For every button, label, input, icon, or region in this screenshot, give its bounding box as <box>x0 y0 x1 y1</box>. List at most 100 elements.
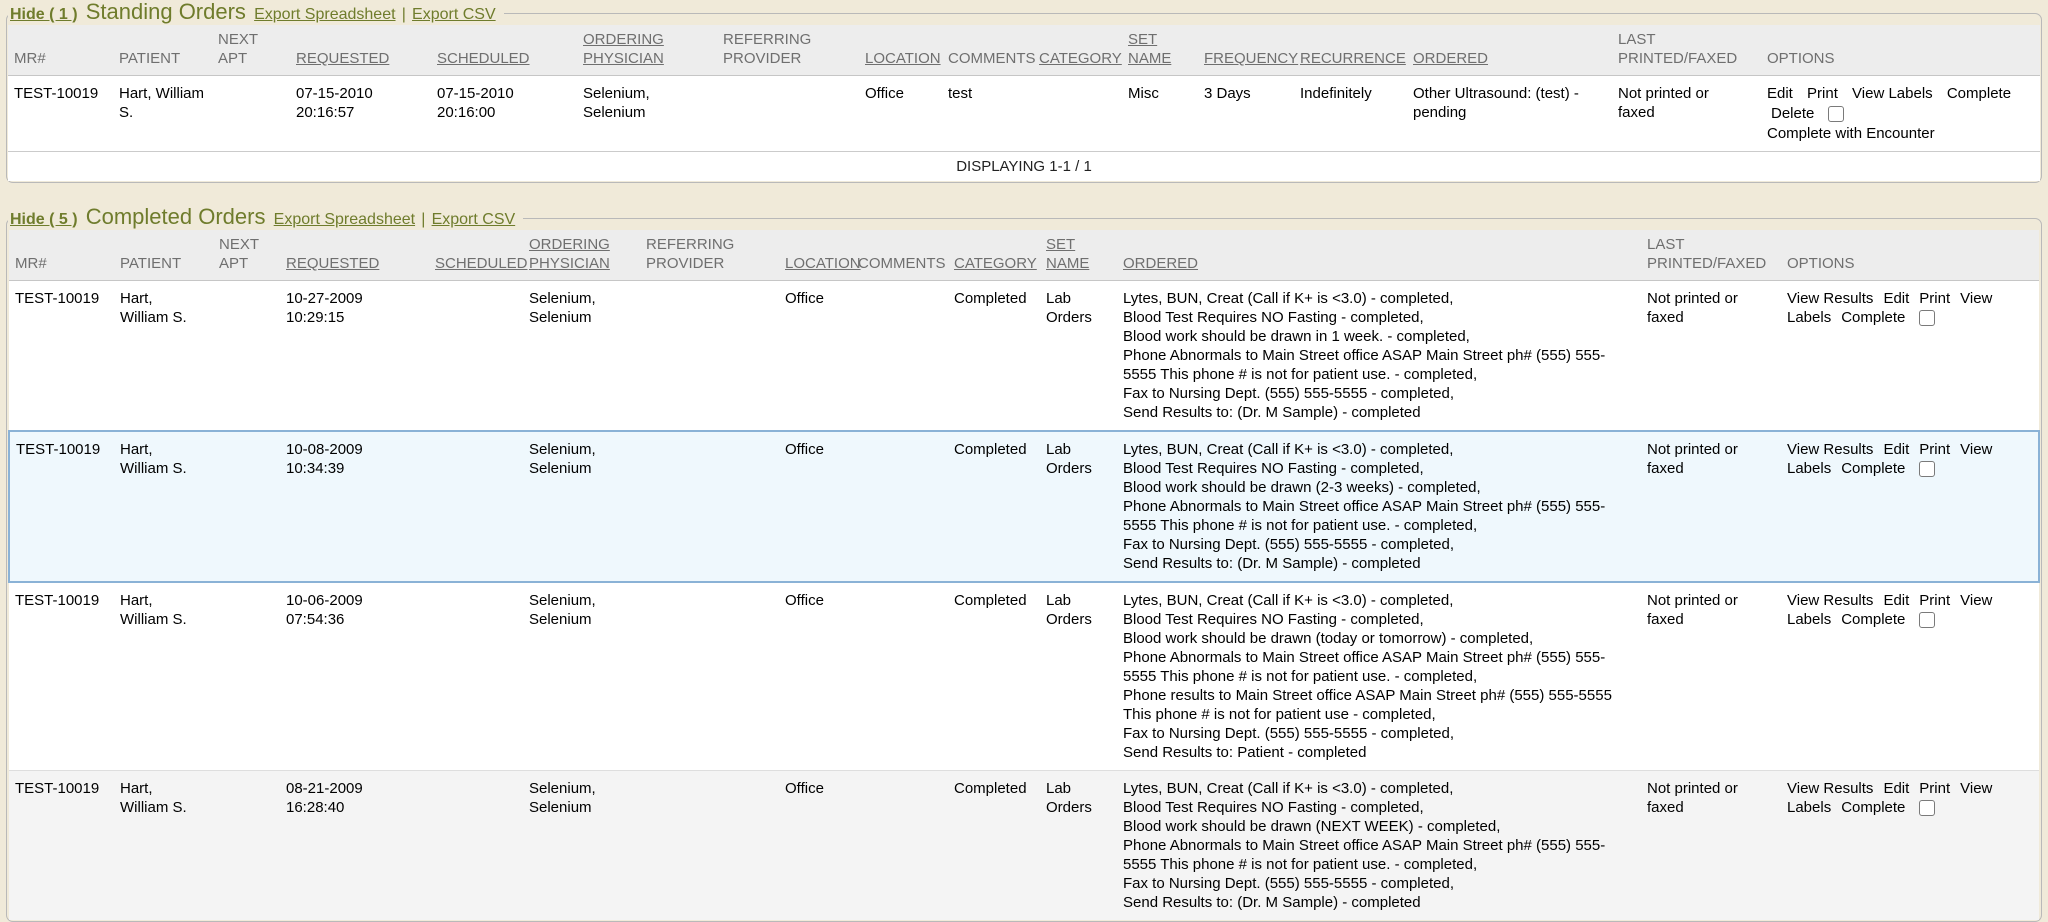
view-labels-link[interactable]: View Labels <box>1852 85 1933 102</box>
print-link[interactable]: Print <box>1919 441 1950 458</box>
mr-cell: TEST-10019 <box>9 771 114 921</box>
edit-link[interactable]: Edit <box>1883 592 1909 609</box>
scheduled-cell: 07-15-2010 20:16:00 <box>431 76 577 152</box>
edit-link[interactable]: Edit <box>1883 441 1909 458</box>
column-header-category[interactable]: CATEGORY <box>1039 50 1122 67</box>
complete-link[interactable]: Complete <box>1841 309 1905 326</box>
set-name-cell: Lab Orders <box>1040 281 1117 432</box>
ordered-cell: Other Ultrasound: (test) - pending <box>1407 76 1612 152</box>
scheduled-cell <box>429 771 523 921</box>
options-cell: View ResultsEditPrintView LabelsComplete <box>1781 431 2039 582</box>
column-header-location[interactable]: LOCATION <box>785 255 861 272</box>
completed-export-csv-link[interactable]: Export CSV <box>432 211 516 228</box>
referring-provider-cell <box>640 582 779 771</box>
standing-orders-table: MR# PATIENT NEXT APT REQUESTED SCHEDULED… <box>8 25 2040 181</box>
requested-cell: 07-15-2010 20:16:57 <box>290 76 431 152</box>
view-results-link[interactable]: View Results <box>1787 290 1873 307</box>
column-header-mr: MR# <box>9 230 114 281</box>
standing-export-csv-link[interactable]: Export CSV <box>412 6 496 23</box>
ordered-cell: Lytes, BUN, Creat (Call if K+ is <3.0) -… <box>1117 582 1641 771</box>
requested-cell: 08-21-2009 16:28:40 <box>280 771 429 921</box>
view-results-link[interactable]: View Results <box>1787 780 1873 797</box>
referring-provider-cell <box>640 431 779 582</box>
delete-link[interactable]: Delete <box>1771 105 1814 122</box>
complete-with-encounter-checkbox[interactable] <box>1828 106 1844 122</box>
print-link[interactable]: Print <box>1919 592 1950 609</box>
complete-checkbox[interactable] <box>1919 800 1935 816</box>
print-link[interactable]: Print <box>1919 780 1950 797</box>
edit-link[interactable]: Edit <box>1767 85 1793 102</box>
standing-hide-toggle-link[interactable]: Hide ( 1 ) <box>10 6 78 23</box>
view-results-link[interactable]: View Results <box>1787 592 1873 609</box>
comments-cell <box>852 431 948 582</box>
comments-cell <box>852 771 948 921</box>
completed-hide-toggle-link[interactable]: Hide ( 5 ) <box>10 211 78 228</box>
category-cell: Completed <box>948 582 1040 771</box>
column-header-location[interactable]: LOCATION <box>865 50 941 67</box>
column-header-set-name[interactable]: SET NAME <box>1046 236 1089 272</box>
standing-section-title: Standing Orders <box>82 0 250 24</box>
complete-checkbox[interactable] <box>1919 612 1935 628</box>
column-header-comments: COMMENTS <box>942 25 1033 76</box>
column-header-recurrence[interactable]: RECURRENCE <box>1300 50 1406 67</box>
column-header-category[interactable]: CATEGORY <box>954 255 1037 272</box>
column-header-set-name[interactable]: SET NAME <box>1128 31 1171 67</box>
mr-cell: TEST-10019 <box>9 281 114 432</box>
requested-cell: 10-27-2009 10:29:15 <box>280 281 429 432</box>
column-header-ordered[interactable]: ORDERED <box>1123 255 1198 272</box>
location-cell: Office <box>779 771 852 921</box>
complete-checkbox[interactable] <box>1919 310 1935 326</box>
column-header-scheduled[interactable]: SCHEDULED <box>437 50 530 67</box>
ordering-physician-cell: Selenium, Selenium <box>523 771 640 921</box>
completed-order-row: TEST-10019 Hart, William S. 10-27-2009 1… <box>9 281 2039 432</box>
view-results-link[interactable]: View Results <box>1787 441 1873 458</box>
column-header-mr: MR# <box>8 25 113 76</box>
next-apt-cell <box>213 431 280 582</box>
options-cell: View ResultsEditPrintView LabelsComplete <box>1781 281 2039 432</box>
completed-export-spreadsheet-link[interactable]: Export Spreadsheet <box>274 211 415 228</box>
completed-section-title: Completed Orders <box>82 204 270 229</box>
ordered-cell: Lytes, BUN, Creat (Call if K+ is <3.0) -… <box>1117 431 1641 582</box>
comments-cell <box>852 582 948 771</box>
next-apt-cell <box>213 281 280 432</box>
referring-provider-cell <box>640 281 779 432</box>
column-header-ordered[interactable]: ORDERED <box>1413 50 1488 67</box>
column-header-ordering-physician[interactable]: ORDERING PHYSICIAN <box>529 236 610 272</box>
column-header-requested[interactable]: REQUESTED <box>296 50 389 67</box>
complete-link[interactable]: Complete <box>1841 460 1905 477</box>
complete-link[interactable]: Complete <box>1841 611 1905 628</box>
set-name-cell: Lab Orders <box>1040 431 1117 582</box>
standing-export-spreadsheet-link[interactable]: Export Spreadsheet <box>254 6 395 23</box>
recurrence-cell: Indefinitely <box>1294 76 1407 152</box>
column-header-frequency[interactable]: FREQUENCY <box>1204 50 1298 67</box>
standing-orders-section: Hide ( 1 ) Standing Orders Export Spread… <box>6 2 2042 183</box>
complete-checkbox[interactable] <box>1919 461 1935 477</box>
edit-link[interactable]: Edit <box>1883 290 1909 307</box>
complete-with-encounter-label: Complete with Encounter <box>1767 124 2032 143</box>
next-apt-cell <box>212 76 290 152</box>
displaying-row: DISPLAYING 1-1 / 1 <box>8 152 2040 182</box>
category-cell <box>1033 76 1122 152</box>
standing-orders-legend: Hide ( 1 ) Standing Orders Export Spread… <box>8 2 504 24</box>
standing-header-row: MR# PATIENT NEXT APT REQUESTED SCHEDULED… <box>8 25 2040 76</box>
print-link[interactable]: Print <box>1807 85 1838 102</box>
mr-cell: TEST-10019 <box>9 431 114 582</box>
column-header-ordering-physician[interactable]: ORDERING PHYSICIAN <box>583 31 664 67</box>
patient-cell: Hart, William S. <box>114 281 213 432</box>
set-name-cell: Lab Orders <box>1040 582 1117 771</box>
print-link[interactable]: Print <box>1919 290 1950 307</box>
ordering-physician-cell: Selenium, Selenium <box>523 281 640 432</box>
location-cell: Office <box>779 281 852 432</box>
column-header-options: OPTIONS <box>1761 25 2040 76</box>
column-header-requested[interactable]: REQUESTED <box>286 255 379 272</box>
last-printed-faxed-cell: Not printed or faxed <box>1641 431 1781 582</box>
complete-link[interactable]: Complete <box>1841 799 1905 816</box>
edit-link[interactable]: Edit <box>1883 780 1909 797</box>
ordering-physician-cell: Selenium, Selenium <box>523 431 640 582</box>
complete-link[interactable]: Complete <box>1947 85 2011 102</box>
column-header-options: OPTIONS <box>1781 230 2039 281</box>
column-header-scheduled[interactable]: SCHEDULED <box>435 255 528 272</box>
legend-separator: | <box>419 211 427 228</box>
completed-header-row: MR# PATIENT NEXT APT REQUESTED SCHEDULED… <box>9 230 2039 281</box>
category-cell: Completed <box>948 281 1040 432</box>
